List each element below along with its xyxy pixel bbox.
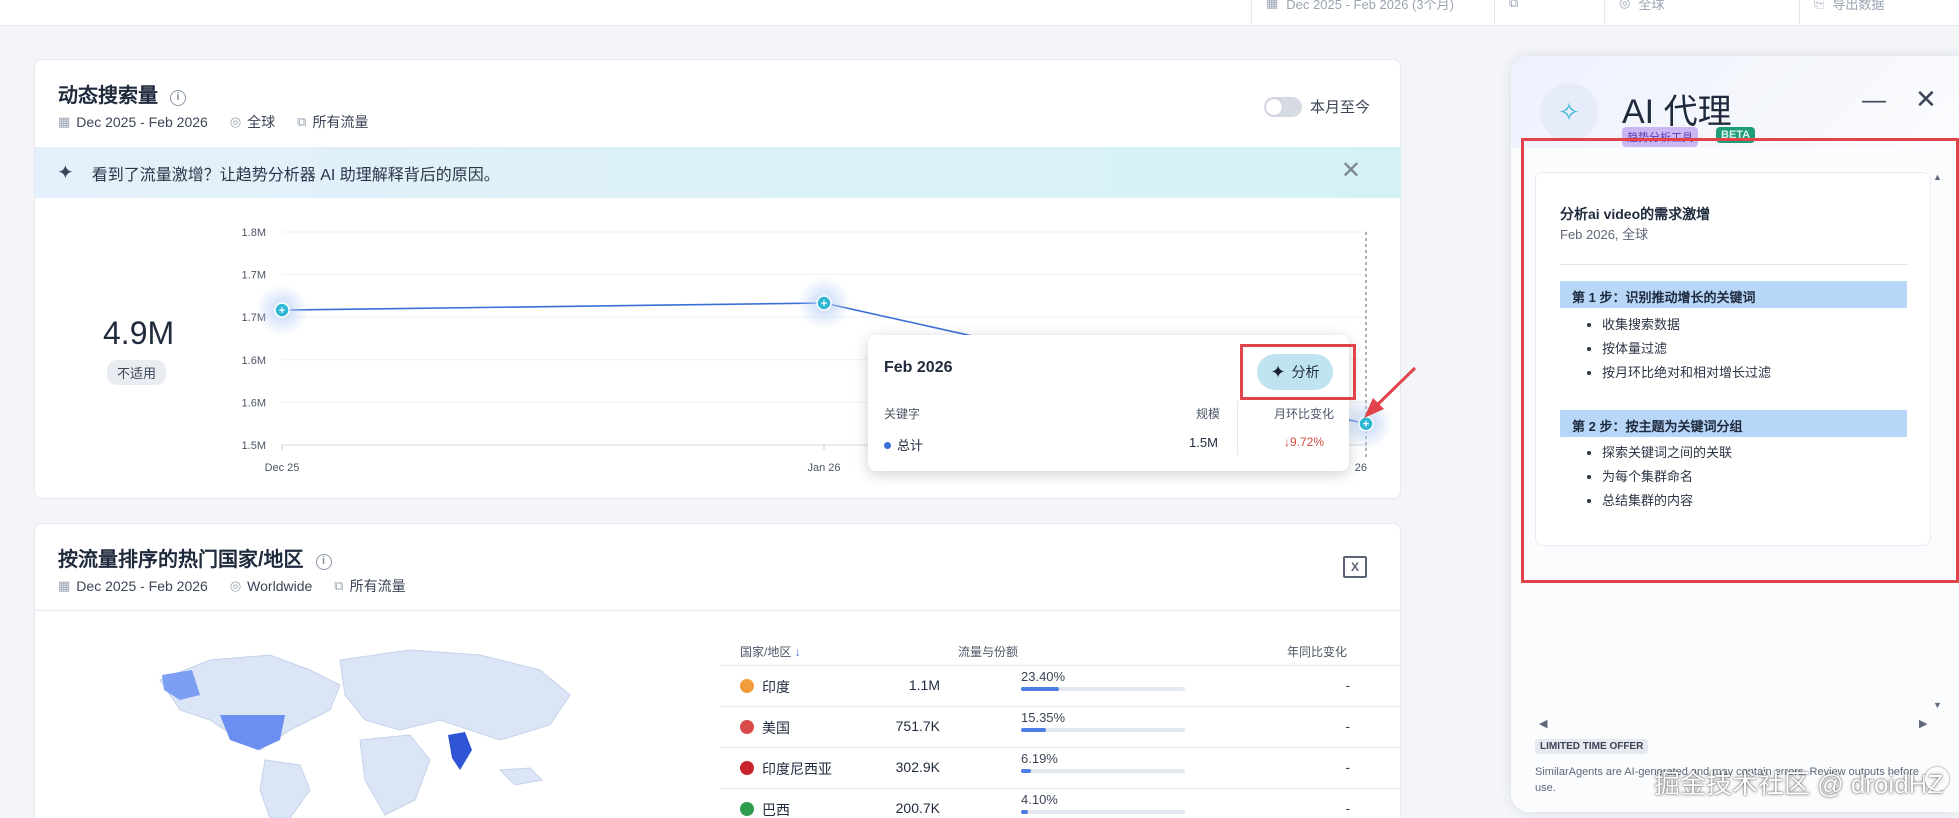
share-bar [1021,810,1185,814]
map-region-usa [220,715,285,750]
share-bar-fill [1021,728,1046,732]
map-region-india [448,732,472,770]
scroll-down-icon[interactable]: ▼ [1933,700,1942,710]
sort-arrow-icon: ↓ [794,645,801,659]
plan-highlight-box [1521,138,1959,583]
table-row[interactable]: 印度尼西亚 302.9K 6.19% - [720,747,1400,788]
analyze-highlight-box [1240,344,1356,400]
y-tick-label: 1.6M [242,397,266,409]
yoy-value: - [1345,718,1350,734]
watermark-logo-icon [1925,767,1949,791]
data-point-plus-icon: + [821,298,827,310]
table-row[interactable]: 印度 1.1M 23.40% - [720,665,1400,706]
info-icon[interactable]: i [315,554,332,570]
traffic-value: 302.9K [895,759,940,775]
y-tick-label: 1.7M [242,270,266,282]
traffic-value: 1.1M [908,677,940,693]
limited-offer-badge: LIMITED TIME OFFER [1535,739,1649,754]
x-tick-label: 26 [1355,462,1367,474]
data-point-plus-icon: + [1363,419,1369,431]
tooltip-row-mom: ↓9.72% [1284,435,1325,449]
traffic-value: 751.7K [895,718,940,734]
share-bar [1021,728,1185,732]
series-line-segment [281,302,825,311]
scroll-up-icon[interactable]: ▲ [1933,172,1942,182]
flag-icon [740,720,754,734]
traffic-value: 200.7K [895,800,940,816]
calendar-icon: ▦ [58,578,71,593]
share-percent: 15.35% [1021,710,1066,725]
watermark: 掘金技术社区 @ droidHZ [1654,769,1944,799]
col-traffic-header: 流量与份额 [958,645,1019,659]
share-bar [1021,769,1185,773]
map-land [359,734,431,816]
col-mom-header: 月环比变化 [1274,407,1335,421]
divider [34,610,1401,611]
close-icon[interactable]: ✕ [1915,84,1937,115]
minimize-icon[interactable]: — [1862,87,1886,115]
y-tick-label: 1.5M [242,440,266,452]
share-percent: 4.10% [1021,792,1058,807]
globe-icon: ◎ [229,578,242,593]
series-dot [884,442,891,449]
map-land [339,649,571,741]
divider [1237,401,1238,455]
share-bar-fill [1021,769,1032,773]
yoy-value: - [1345,800,1350,816]
world-map [159,649,571,818]
share-percent: 23.40% [1021,669,1066,684]
flag-icon [740,679,754,693]
map-land [498,767,544,786]
yoy-value: - [1345,677,1350,693]
share-bar [1021,687,1185,691]
y-tick-label: 1.6M [242,355,266,367]
scroll-right-icon[interactable]: ▶ [1919,717,1927,730]
tooltip-title: Feb 2026 [884,359,953,376]
x-tick-label: Dec 25 [265,462,300,474]
col-keyword-header: 关键字 [884,407,921,421]
countries-meta: ▦ Dec 2025 - Feb 2026 ◎ Worldwide ⧉ 所有流量 [58,578,406,594]
map-land [259,759,311,818]
flag-icon [740,761,754,775]
x-tick-label: Jan 26 [807,462,840,474]
table-row[interactable]: 巴西 200.7K 4.10% - [720,788,1400,818]
yoy-value: - [1345,759,1350,775]
country-name: 巴西 [762,802,790,818]
traffic-icon: ⧉ [334,578,344,593]
country-name: 美国 [762,720,790,736]
country-name: 印度 [762,679,790,695]
tooltip-row-volume: 1.5M [1189,435,1218,450]
table-row[interactable]: 美国 751.7K 15.35% - [720,706,1400,747]
ai-panel-title: AI 代理 [1622,93,1732,131]
share-bar-fill [1021,687,1059,691]
col-volume-header: 规模 [1196,407,1221,421]
excel-export-icon[interactable]: X [1343,556,1367,578]
ai-agent-logo-icon: ✧ [1540,83,1598,141]
data-point-plus-icon: + [279,305,285,317]
col-yoy-header: 年同比变化 [1287,645,1348,659]
flag-icon [740,802,754,816]
scroll-left-icon[interactable]: ◀ [1539,717,1547,730]
share-percent: 6.19% [1021,751,1058,766]
share-bar-fill [1021,810,1028,814]
country-name: 印度尼西亚 [762,761,832,777]
col-country-header[interactable]: 国家/地区 ↓ [740,643,801,660]
tooltip-row-label: 总计 [884,435,923,454]
annotation-arrow [1364,366,1417,418]
countries-title: 按流量排序的热门国家/地区 i [58,543,332,572]
y-tick-label: 1.8M [242,227,266,239]
